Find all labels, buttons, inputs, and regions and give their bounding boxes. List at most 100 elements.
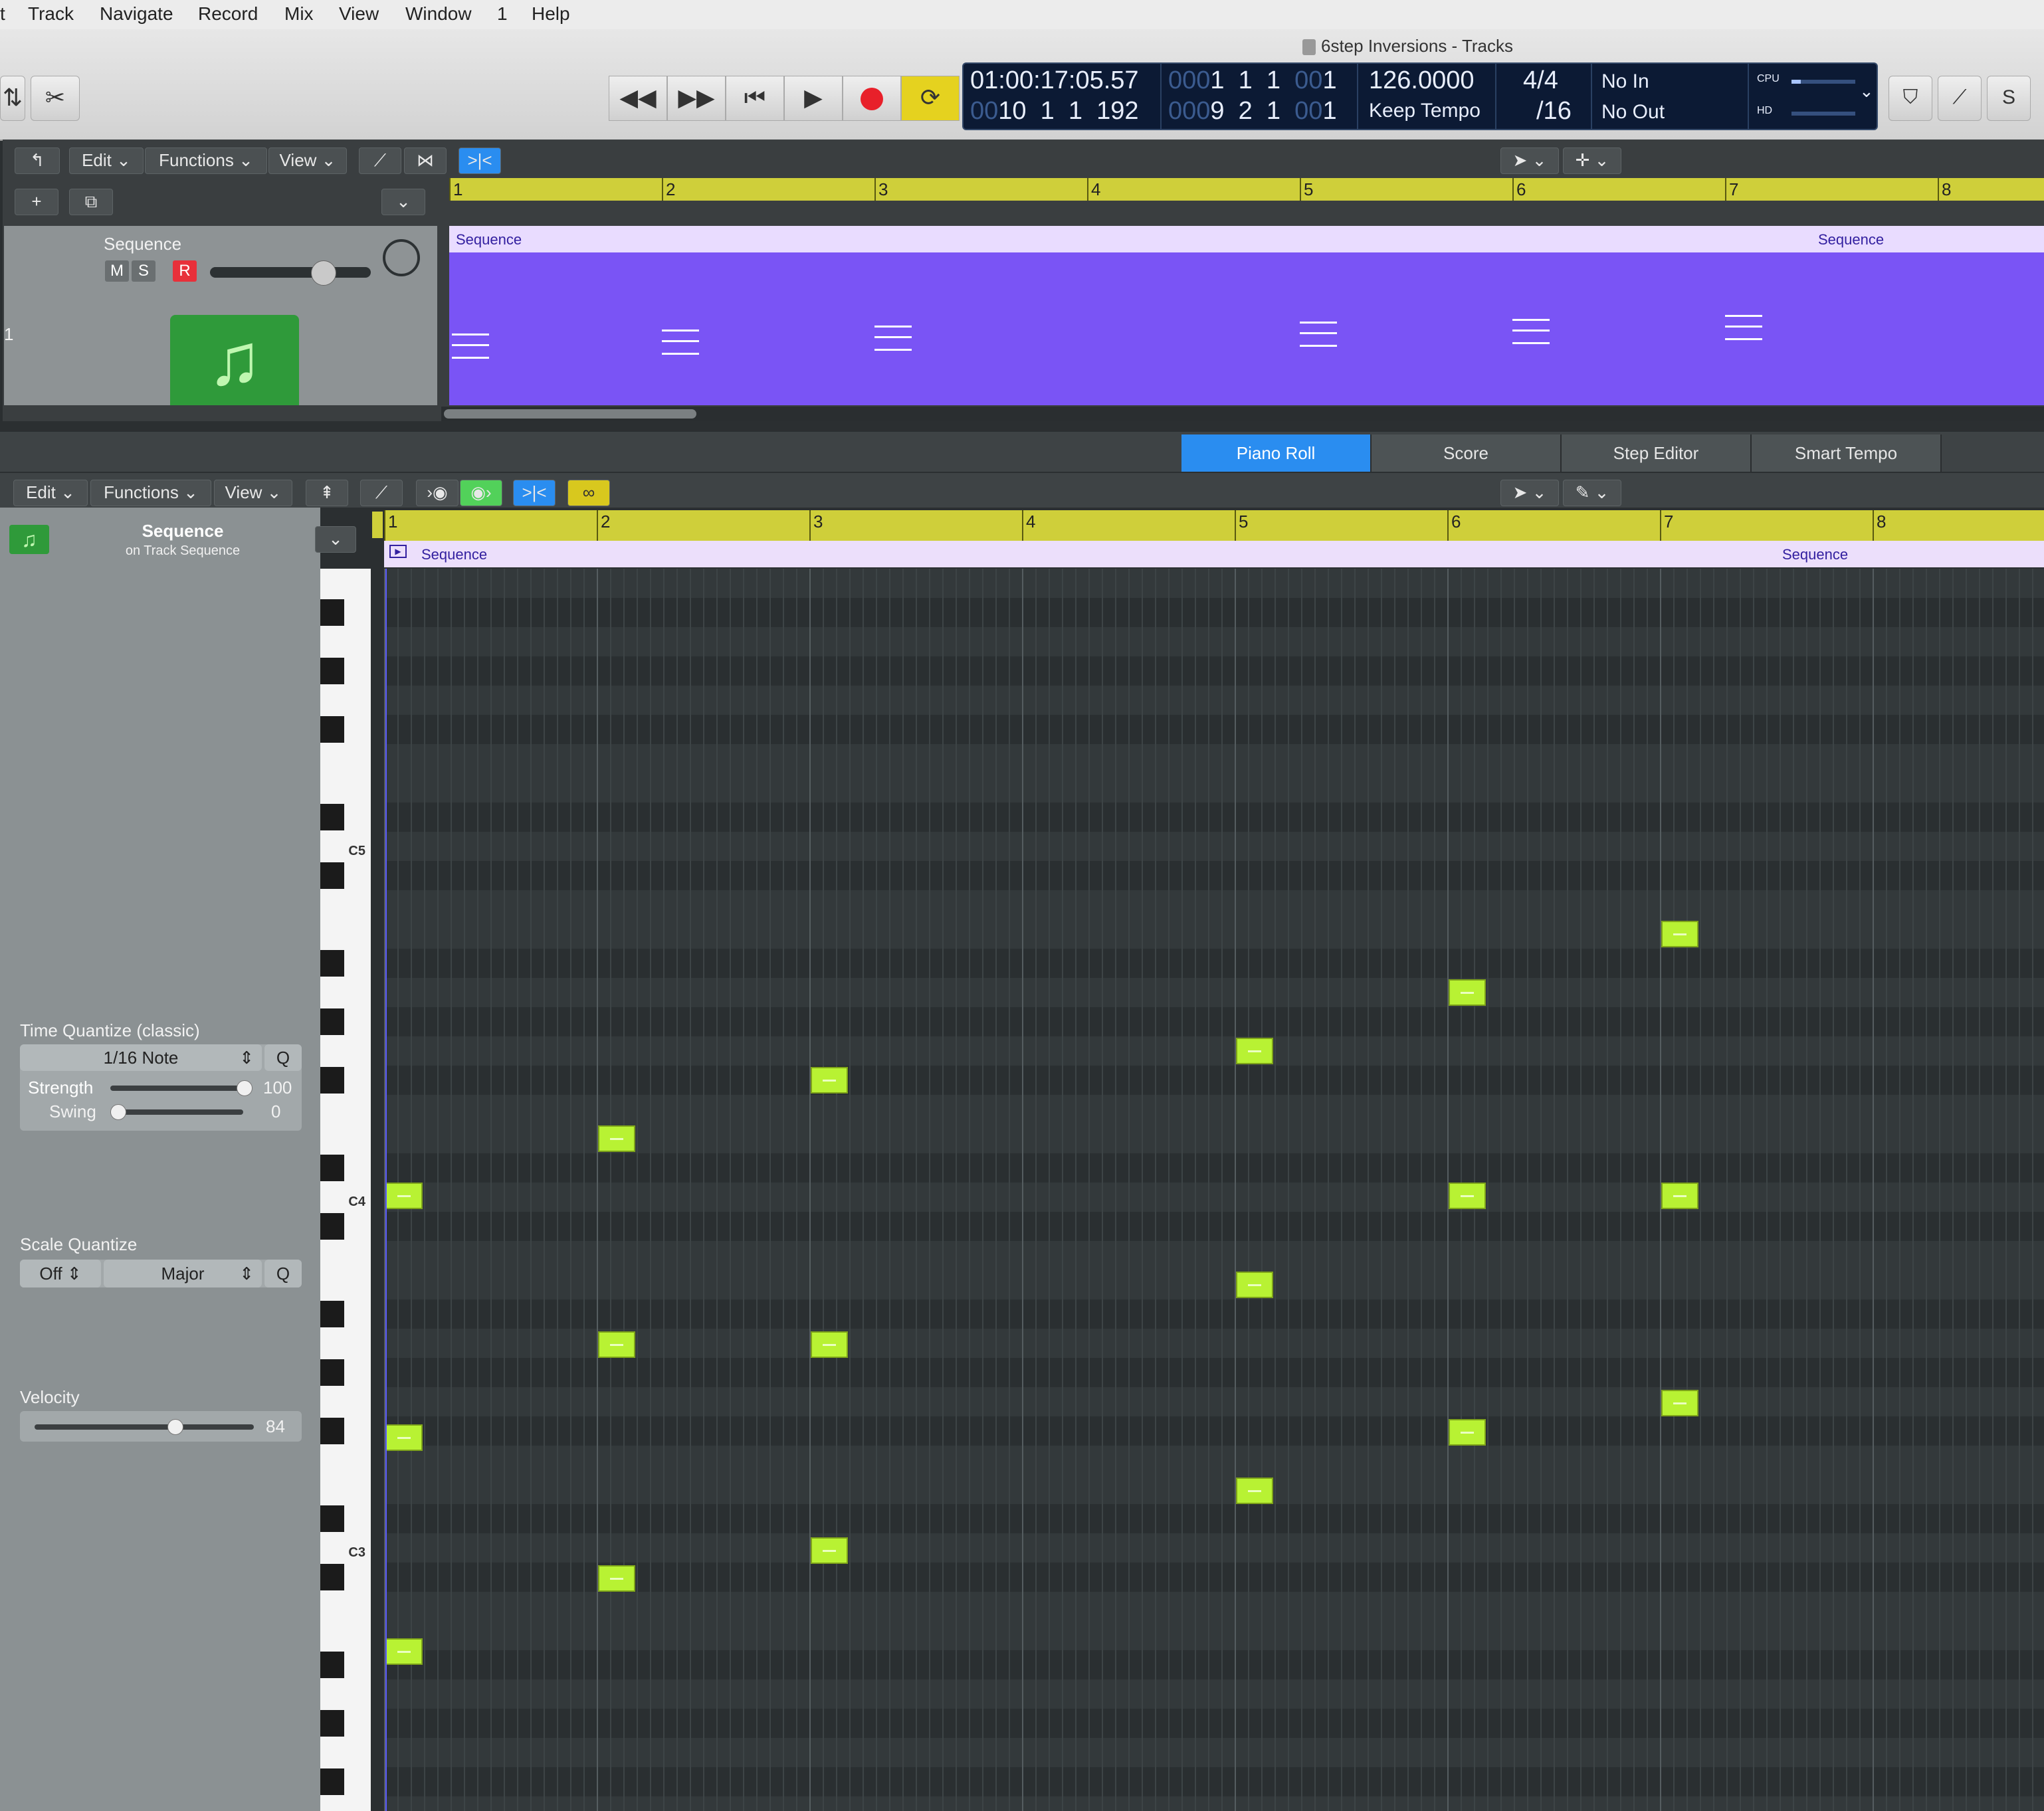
black-key[interactable] <box>320 1213 344 1240</box>
tracks-ruler[interactable]: 1 2 3 4 5 6 7 8 <box>449 178 2044 201</box>
quantize-apply-button[interactable]: Q <box>264 1044 302 1071</box>
tracks-view-menu[interactable]: View ⌄ <box>268 147 347 174</box>
pencil-tool-icon[interactable]: ✎ ⌄ <box>1563 480 1621 506</box>
tracks-functions-menu[interactable]: Functions ⌄ <box>145 147 267 174</box>
solo-icon[interactable]: S <box>1987 76 2031 121</box>
horizontal-scrollbar[interactable] <box>441 407 2044 421</box>
record-button[interactable] <box>843 76 901 121</box>
black-key[interactable] <box>320 658 344 684</box>
pr-functions-menu[interactable]: Functions ⌄ <box>90 480 211 506</box>
midi-in-icon[interactable]: ›◉ <box>416 480 459 506</box>
black-key[interactable] <box>320 1768 344 1795</box>
black-key[interactable] <box>320 1652 344 1678</box>
quantize-value-select[interactable]: 1/16 Note ⇕ <box>20 1044 262 1071</box>
scale-type-select[interactable]: Major ⇕ <box>104 1260 262 1287</box>
midi-note[interactable] <box>1449 1183 1486 1209</box>
lcd-display[interactable]: 01:00:17:05.57 0010 1 1 192 0001 1 1 001… <box>962 62 1878 130</box>
midi-note[interactable] <box>598 1125 635 1152</box>
tab-step-editor[interactable]: Step Editor <box>1562 434 1752 472</box>
tab-score[interactable]: Score <box>1372 434 1562 472</box>
midi-note[interactable] <box>811 1331 848 1358</box>
pr-edit-menu[interactable]: Edit ⌄ <box>13 480 88 506</box>
pan-knob[interactable] <box>383 239 420 276</box>
swing-slider[interactable] <box>110 1109 243 1115</box>
midi-note[interactable] <box>385 1638 423 1665</box>
black-key[interactable] <box>320 1505 344 1532</box>
scissors-icon[interactable]: ✂ <box>31 76 80 121</box>
global-tracks-icon[interactable]: ⌄ <box>381 189 425 215</box>
volume-knob[interactable] <box>311 260 336 286</box>
swing-slider-thumb[interactable] <box>110 1104 126 1120</box>
black-key[interactable] <box>320 1067 344 1094</box>
volume-slider[interactable] <box>210 267 371 278</box>
black-key[interactable] <box>320 716 344 743</box>
midi-note[interactable] <box>385 1424 423 1451</box>
tuner-icon[interactable]: ⟋ <box>1938 76 1982 121</box>
flex-icon[interactable]: ⋈ <box>404 147 447 174</box>
midi-note[interactable] <box>811 1067 848 1094</box>
midi-out-icon[interactable]: ◉› <box>460 480 502 506</box>
mute-button[interactable]: M <box>105 260 129 282</box>
midi-note[interactable] <box>1236 1477 1273 1504</box>
midi-note[interactable] <box>811 1537 848 1564</box>
duplicate-track-icon[interactable]: ⧉ <box>69 189 113 215</box>
menu-item-1[interactable]: 1 <box>497 3 508 25</box>
velocity-slider[interactable] <box>35 1424 254 1430</box>
black-key[interactable] <box>320 950 344 977</box>
black-key[interactable] <box>320 1008 344 1035</box>
catch-playhead-icon[interactable]: >|< <box>513 480 556 506</box>
black-key[interactable] <box>320 599 344 626</box>
collapse-icon[interactable]: ⇞ <box>306 480 348 506</box>
midi-note[interactable] <box>598 1565 635 1592</box>
tab-smart-tempo[interactable]: Smart Tempo <box>1752 434 1942 472</box>
link-icon[interactable]: ∞ <box>567 480 610 506</box>
midi-note[interactable] <box>598 1331 635 1358</box>
midi-note[interactable] <box>1661 1183 1698 1209</box>
midi-note[interactable] <box>1236 1038 1273 1064</box>
midi-note[interactable] <box>385 1183 423 1209</box>
midi-note[interactable] <box>1449 1419 1486 1446</box>
velocity-slider-thumb[interactable] <box>167 1419 183 1435</box>
menu-item-logic[interactable]: t <box>0 3 5 25</box>
black-key[interactable] <box>320 1301 344 1327</box>
black-key[interactable] <box>320 862 344 889</box>
piano-roll-region-header[interactable]: ▶ Sequence Sequence <box>384 541 2044 567</box>
menu-item-help[interactable]: Help <box>532 3 570 25</box>
cycle-button[interactable]: ⟳ <box>901 76 960 121</box>
playhead-marker[interactable] <box>372 512 383 538</box>
automation-icon[interactable]: ⟋ <box>360 480 403 506</box>
chevron-down-icon[interactable]: ⌄ <box>1859 81 1874 102</box>
pr-view-menu[interactable]: View ⌄ <box>214 480 292 506</box>
track-header[interactable]: 1 Sequence M S R ♫ <box>4 226 437 405</box>
shield-icon[interactable]: ⛉ <box>1889 76 1932 121</box>
crosshair-tool-icon[interactable]: ✛ ⌄ <box>1563 147 1621 174</box>
play-button[interactable]: ▶ <box>784 76 843 121</box>
menu-item-window[interactable]: Window <box>405 3 472 25</box>
piano-roll-ruler[interactable]: 1 2 3 4 5 6 7 8 <box>384 510 2044 541</box>
black-key[interactable] <box>320 1418 344 1444</box>
collapse-editor-icon[interactable]: ⌄ <box>315 526 356 553</box>
tracks-edit-menu[interactable]: Edit ⌄ <box>69 147 144 174</box>
note-grid[interactable] <box>384 569 2044 1811</box>
midi-note[interactable] <box>1661 1390 1698 1416</box>
scrollbar-thumb[interactable] <box>444 409 696 419</box>
strength-slider-thumb[interactable] <box>237 1080 253 1096</box>
record-enable-button[interactable]: R <box>173 260 197 282</box>
menu-item-navigate[interactable]: Navigate <box>100 3 173 25</box>
piano-keyboard[interactable]: C5 C4 C3 <box>320 569 371 1811</box>
fast-forward-button[interactable]: ▶▶ <box>667 76 726 121</box>
solo-button[interactable]: S <box>132 260 155 282</box>
black-key[interactable] <box>320 1564 344 1590</box>
region-play-icon[interactable]: ▶ <box>389 545 407 558</box>
region-header[interactable]: Sequence Sequence <box>449 226 2044 252</box>
midi-note[interactable] <box>1449 979 1486 1006</box>
mixer-icon[interactable]: ⇅ <box>0 76 25 121</box>
scale-root-select[interactable]: Off ⇕ <box>20 1260 101 1287</box>
strength-slider[interactable] <box>110 1086 243 1091</box>
menu-item-track[interactable]: Track <box>28 3 74 25</box>
black-key[interactable] <box>320 1359 344 1386</box>
pointer-tool-icon[interactable]: ➤ ⌄ <box>1500 480 1559 506</box>
menu-item-mix[interactable]: Mix <box>284 3 314 25</box>
rewind-button[interactable]: ◀◀ <box>609 76 667 121</box>
midi-note[interactable] <box>1236 1272 1273 1298</box>
